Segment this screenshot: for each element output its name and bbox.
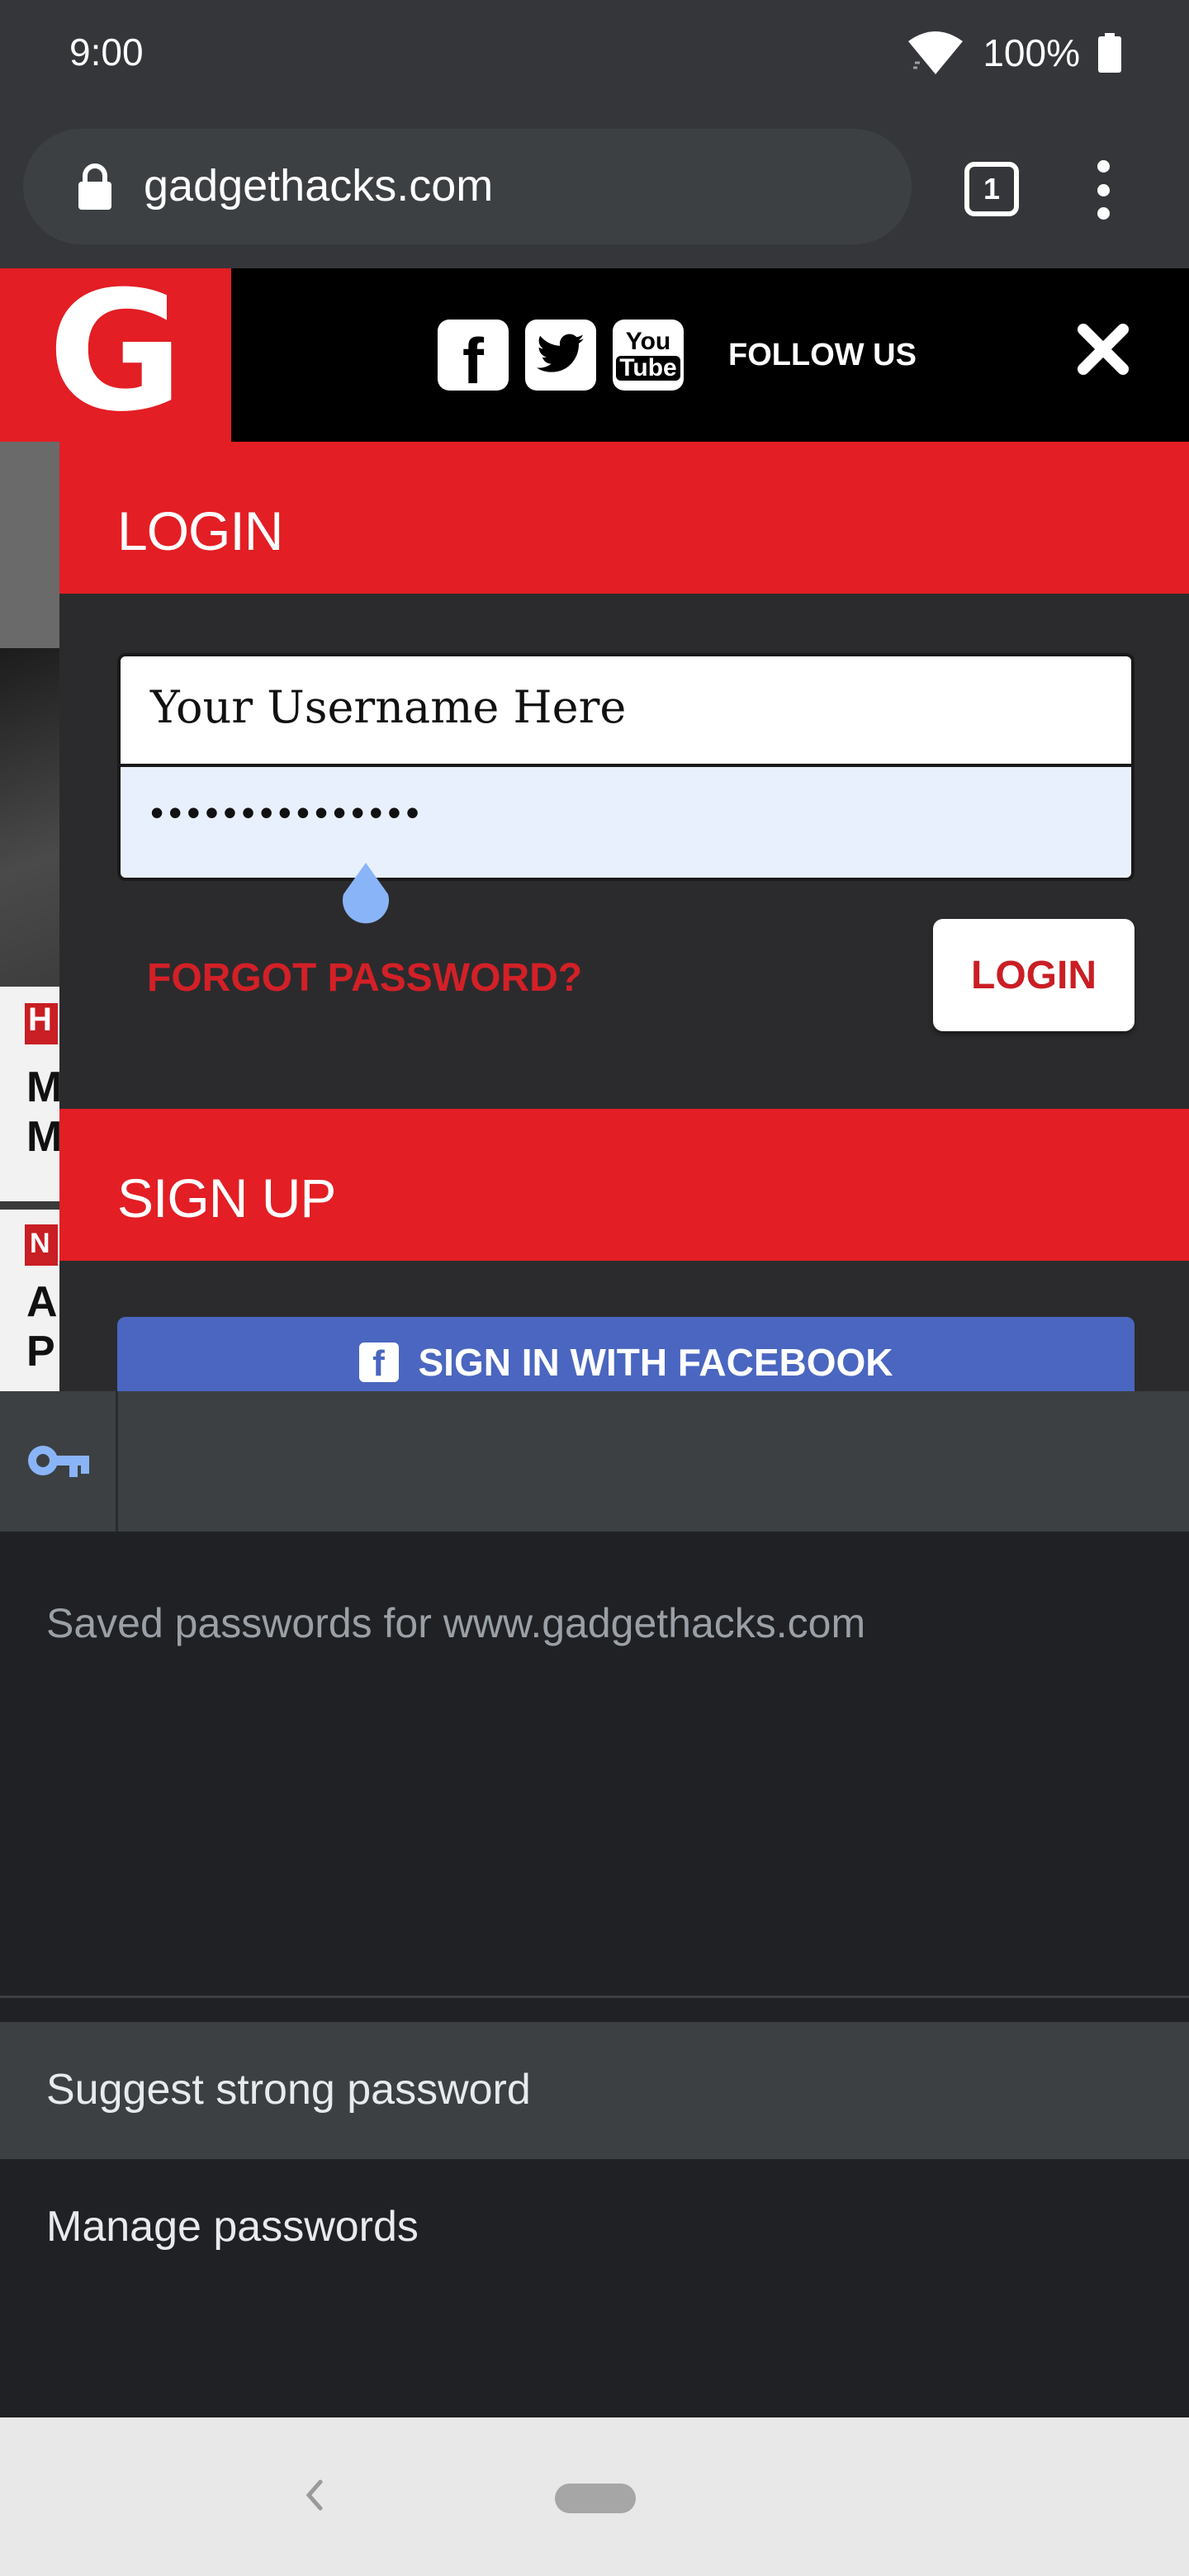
- facebook-signin-label: SIGN IN WITH FACEBOOK: [418, 1341, 893, 1384]
- overflow-menu-icon[interactable]: [1087, 160, 1120, 220]
- back-icon[interactable]: [297, 2470, 330, 2520]
- system-nav-bar: [0, 2417, 1189, 2576]
- username-input[interactable]: Your Username Here: [117, 653, 1135, 767]
- facebook-icon[interactable]: f: [438, 320, 509, 397]
- keyboard-accessory-bar: [0, 1391, 1189, 1532]
- login-title: LOGIN: [117, 500, 283, 561]
- status-bar: 9:00 100%: [0, 0, 1189, 107]
- youtube-icon-top: You: [625, 328, 671, 355]
- forgot-password-link[interactable]: FORGOT PASSWORD?: [147, 955, 582, 1001]
- background-article: H M M: [0, 987, 59, 1201]
- login-modal: LOGIN Your Username Here •••••••••••••••…: [59, 442, 1189, 1391]
- wifi-icon: [907, 30, 964, 76]
- password-sheet: Saved passwords for www.gadgethacks.com …: [0, 1532, 1189, 2417]
- youtube-icon-bottom: Tube: [616, 356, 680, 381]
- follow-us-label: FOLLOW US: [728, 338, 917, 372]
- url-text: gadgethacks.com: [144, 161, 494, 211]
- suggest-strong-password-option[interactable]: Suggest strong password: [0, 2022, 1189, 2159]
- manage-passwords-label: Manage passwords: [46, 2203, 419, 2251]
- category-tag-text: H: [28, 1002, 52, 1038]
- battery-percentage: 100%: [983, 31, 1080, 74]
- close-icon[interactable]: [1073, 320, 1133, 379]
- key-icon[interactable]: [25, 1439, 91, 1485]
- background-article: N A P: [0, 1210, 59, 1391]
- article-title-peek: M: [26, 1113, 59, 1161]
- signup-section-header: SIGN UP: [59, 1109, 1189, 1261]
- youtube-icon[interactable]: You Tube: [613, 320, 684, 391]
- lock-icon: [74, 162, 116, 211]
- status-time: 9:00: [69, 31, 144, 73]
- article-title-peek: M: [26, 1063, 59, 1111]
- login-button[interactable]: LOGIN: [933, 919, 1135, 1031]
- web-content: G f You Tube FOLLOW US H M M N A P LOGIN…: [0, 268, 1189, 1391]
- saved-passwords-heading: Saved passwords for www.gadgethacks.com: [46, 1600, 866, 1646]
- password-input[interactable]: •••••••••••••••: [117, 767, 1135, 881]
- facebook-icon-glyph: f: [462, 324, 484, 397]
- browser-toolbar: gadgethacks.com 1: [0, 107, 1189, 268]
- article-title-peek: P: [26, 1328, 55, 1376]
- site-logo[interactable]: G: [0, 268, 231, 442]
- status-icons: 100%: [907, 30, 1121, 76]
- accessory-divider: [116, 1391, 118, 1532]
- category-tag-text: N: [30, 1228, 50, 1259]
- site-header: G f You Tube FOLLOW US: [0, 268, 1189, 442]
- twitter-icon[interactable]: [525, 320, 596, 391]
- background-photo: [0, 442, 59, 648]
- social-icons: f You Tube: [438, 320, 684, 397]
- background-page: H M M N A P: [0, 442, 59, 1391]
- facebook-icon: f: [358, 1342, 399, 1382]
- sheet-divider: [0, 1996, 1189, 1998]
- home-pill[interactable]: [555, 2484, 636, 2513]
- logo-letter: G: [47, 268, 184, 448]
- address-bar[interactable]: gadgethacks.com: [23, 129, 912, 244]
- text-cursor-handle-icon[interactable]: [337, 861, 395, 927]
- suggest-strong-password-label: Suggest strong password: [46, 2066, 531, 2114]
- tab-switcher-button[interactable]: 1: [964, 162, 1019, 216]
- facebook-signin-button[interactable]: f SIGN IN WITH FACEBOOK: [117, 1317, 1135, 1391]
- article-title-peek: A: [26, 1278, 58, 1326]
- manage-passwords-option[interactable]: Manage passwords: [0, 2159, 1189, 2296]
- login-section-header: LOGIN: [59, 442, 1189, 594]
- signup-title: SIGN UP: [117, 1167, 336, 1229]
- battery-icon: [1098, 33, 1121, 73]
